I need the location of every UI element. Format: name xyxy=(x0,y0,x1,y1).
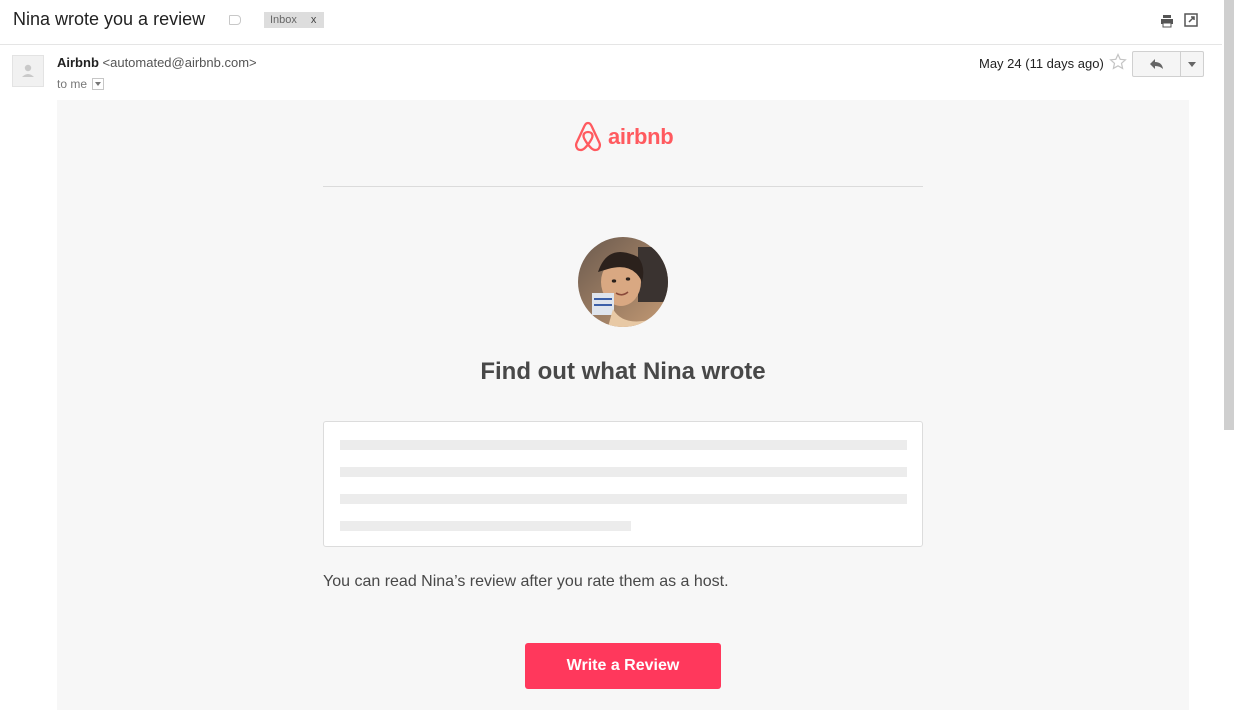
write-review-button[interactable]: Write a Review xyxy=(525,643,721,689)
email-content-area xyxy=(57,100,1189,710)
review-placeholder-line xyxy=(340,494,907,504)
reviewer-portrait-image xyxy=(578,237,668,327)
star-icon[interactable] xyxy=(1109,53,1127,71)
review-placeholder-line xyxy=(340,440,907,450)
review-unlock-note: You can read Nina’s review after you rat… xyxy=(323,573,729,590)
print-icon[interactable] xyxy=(1160,14,1174,28)
recipient-text: to me xyxy=(57,77,88,91)
review-placeholder-line xyxy=(340,467,907,477)
brand-wordmark: airbnb xyxy=(608,124,674,149)
hidden-review-preview xyxy=(323,421,923,547)
scrollbar-thumb[interactable] xyxy=(1224,0,1234,430)
message-date: May 24 (11 days ago) xyxy=(979,56,1104,71)
more-actions-button[interactable] xyxy=(1180,51,1204,77)
airbnb-belo-icon xyxy=(574,121,602,152)
subject-bar: Nina wrote you a review Inbox x xyxy=(0,0,1222,45)
show-details-button[interactable] xyxy=(92,78,105,90)
chevron-down-icon xyxy=(1188,61,1196,67)
sender-email: <automated@airbnb.com> xyxy=(102,55,257,70)
airbnb-logo[interactable]: airbnb xyxy=(573,120,674,154)
inbox-label-text: Inbox xyxy=(270,14,297,26)
reply-icon xyxy=(1149,59,1163,69)
sender-avatar xyxy=(12,55,44,87)
importance-marker-icon[interactable] xyxy=(229,15,241,25)
chevron-down-icon xyxy=(95,82,102,86)
remove-label-button[interactable]: x xyxy=(311,14,317,26)
review-placeholder-line xyxy=(340,521,631,531)
open-in-new-window-icon[interactable] xyxy=(1184,13,1198,27)
divider xyxy=(323,186,923,187)
reply-button[interactable] xyxy=(1132,51,1181,77)
email-view: Nina wrote you a review Inbox x Airbnb <… xyxy=(0,0,1234,710)
email-subject: Nina wrote you a review xyxy=(13,9,206,29)
email-headline: Find out what Nina wrote xyxy=(480,358,766,385)
reviewer-photo xyxy=(578,237,668,327)
sender-line: Airbnb <automated@airbnb.com> xyxy=(57,55,257,70)
inbox-label-chip[interactable]: Inbox x xyxy=(264,12,325,28)
recipient-line: to me xyxy=(57,77,105,91)
person-icon xyxy=(22,64,34,77)
sender-name[interactable]: Airbnb xyxy=(57,55,99,70)
